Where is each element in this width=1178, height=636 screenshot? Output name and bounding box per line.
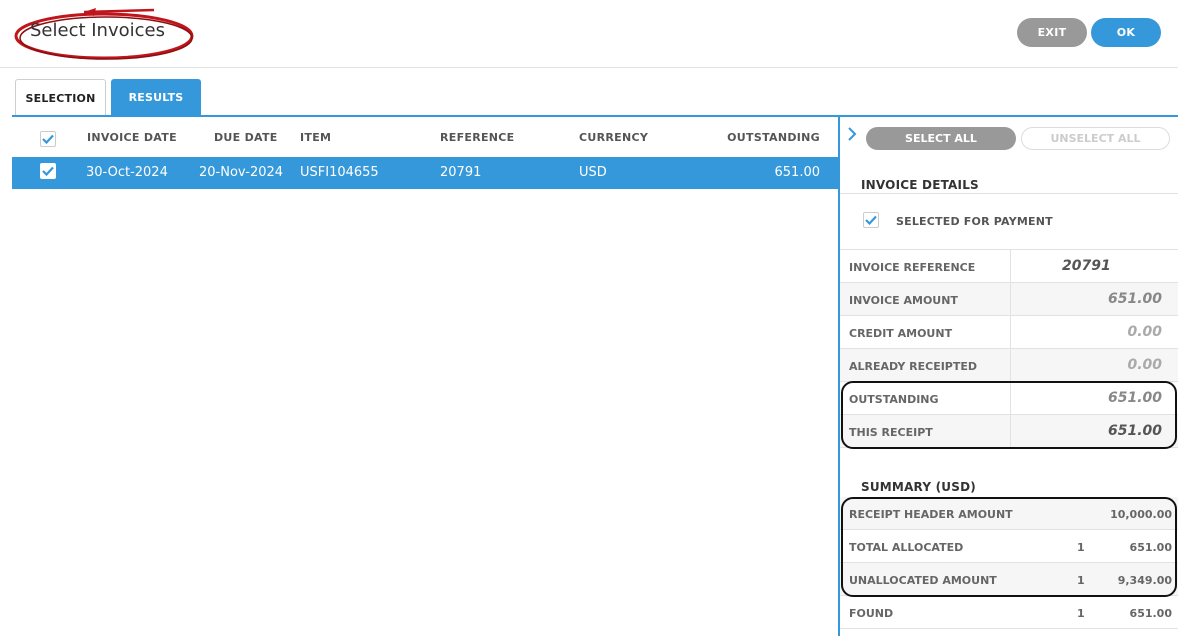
- detail-value: 651.00: [1107, 390, 1162, 406]
- cell-invoice-date: 30-Oct-2024: [86, 165, 168, 180]
- column-reference[interactable]: REFERENCE: [440, 131, 515, 144]
- summary-count: 1: [1077, 541, 1085, 554]
- detail-label: INVOICE AMOUNT: [849, 294, 958, 307]
- detail-label: THIS RECEIPT: [849, 426, 933, 439]
- invoice-details-panel: SELECT ALL UNSELECT ALL INVOICE DETAILS …: [840, 117, 1178, 636]
- summary-title: SUMMARY (USD): [861, 480, 976, 494]
- cell-divider: [1010, 415, 1011, 448]
- detail-label: ALREADY RECEIPTED: [849, 360, 978, 373]
- column-invoice-date[interactable]: INVOICE DATE: [87, 131, 177, 144]
- detail-row-already-receipted: ALREADY RECEIPTED 0.00: [840, 349, 1178, 382]
- invoice-grid: INVOICE DATE DUE DATE ITEM REFERENCE CUR…: [12, 117, 838, 636]
- invoice-details-title: INVOICE DETAILS: [861, 178, 979, 192]
- check-icon: [865, 215, 877, 225]
- grid-header: INVOICE DATE DUE DATE ITEM REFERENCE CUR…: [12, 117, 838, 157]
- row-checkbox[interactable]: [40, 163, 56, 179]
- ok-button[interactable]: OK: [1091, 18, 1161, 47]
- column-item[interactable]: ITEM: [300, 131, 331, 144]
- check-icon: [42, 134, 54, 144]
- summary-value: 651.00: [1129, 607, 1172, 620]
- selected-for-payment-label: SELECTED FOR PAYMENT: [896, 215, 1053, 228]
- cell-divider: [1010, 382, 1011, 415]
- selected-for-payment-checkbox[interactable]: [863, 212, 879, 228]
- summary-row-total-allocated: TOTAL ALLOCATED 1 651.00: [840, 530, 1178, 563]
- exit-button[interactable]: EXIT: [1017, 18, 1087, 47]
- summary-value: 651.00: [1129, 541, 1172, 554]
- detail-value: 651.00: [1107, 291, 1162, 307]
- chevron-right-icon[interactable]: [847, 126, 857, 142]
- summary-value: 10,000.00: [1110, 508, 1172, 521]
- select-all-button[interactable]: SELECT ALL: [866, 127, 1016, 150]
- tab-results[interactable]: RESULTS: [111, 79, 201, 116]
- detail-row-this-receipt: THIS RECEIPT 651.00: [840, 415, 1178, 448]
- summary-row-found: FOUND 1 651.00: [840, 596, 1178, 629]
- cell-currency: USD: [579, 165, 607, 180]
- this-receipt-input[interactable]: 651.00: [1108, 423, 1162, 439]
- table-row[interactable]: 30-Oct-2024 20-Nov-2024 USFI104655 20791…: [12, 157, 838, 189]
- detail-label: OUTSTANDING: [849, 393, 939, 406]
- cell-outstanding: 651.00: [774, 165, 821, 180]
- cell-reference: 20791: [440, 165, 482, 180]
- detail-value: 0.00: [1127, 357, 1162, 373]
- summary-row-unallocated-amount: UNALLOCATED AMOUNT 1 9,349.00: [840, 563, 1178, 596]
- page-header: Select Invoices EXIT OK: [0, 0, 1178, 68]
- column-outstanding[interactable]: OUTSTANDING: [727, 131, 820, 144]
- detail-row-credit-amount: CREDIT AMOUNT 0.00: [840, 316, 1178, 349]
- detail-row-invoice-reference: INVOICE REFERENCE 20791: [840, 250, 1178, 283]
- cell-divider: [1010, 283, 1011, 316]
- detail-value: 20791: [1062, 258, 1111, 274]
- cell-divider: [1010, 316, 1011, 349]
- detail-row-invoice-amount: INVOICE AMOUNT 651.00: [840, 283, 1178, 316]
- tab-selection[interactable]: SELECTION: [15, 79, 106, 116]
- summary-label: RECEIPT HEADER AMOUNT: [849, 508, 1013, 521]
- page-title: Select Invoices: [30, 20, 165, 41]
- cell-divider: [1010, 250, 1011, 283]
- summary-value: 9,349.00: [1117, 574, 1172, 587]
- cell-divider: [1010, 349, 1011, 382]
- title-annotation: Select Invoices: [14, 6, 199, 62]
- check-icon: [42, 166, 54, 176]
- summary-label: TOTAL ALLOCATED: [849, 541, 964, 554]
- detail-label: INVOICE REFERENCE: [849, 261, 976, 274]
- summary-count: 1: [1077, 574, 1085, 587]
- cell-item: USFI104655: [300, 165, 379, 180]
- summary-count: 1: [1077, 607, 1085, 620]
- summary-label: FOUND: [849, 607, 894, 620]
- detail-value: 0.00: [1127, 324, 1162, 340]
- detail-row-outstanding: OUTSTANDING 651.00: [840, 382, 1178, 415]
- summary-row-receipt-header-amount: RECEIPT HEADER AMOUNT 10,000.00: [840, 497, 1178, 530]
- column-currency[interactable]: CURRENCY: [579, 131, 648, 144]
- select-all-checkbox[interactable]: [40, 131, 56, 147]
- cell-due-date: 20-Nov-2024: [199, 165, 284, 180]
- section-divider: [840, 193, 1178, 194]
- column-due-date[interactable]: DUE DATE: [214, 131, 278, 144]
- detail-label: CREDIT AMOUNT: [849, 327, 953, 340]
- unselect-all-button[interactable]: UNSELECT ALL: [1021, 127, 1170, 150]
- summary-label: UNALLOCATED AMOUNT: [849, 574, 997, 587]
